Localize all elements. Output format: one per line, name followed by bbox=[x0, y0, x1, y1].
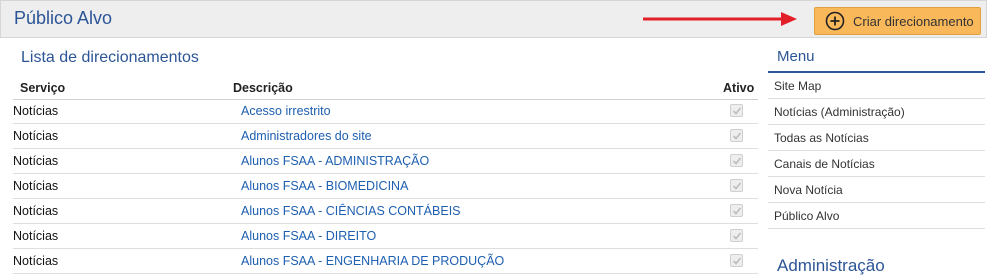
admin-section-title: Administração bbox=[777, 256, 885, 275]
sidebar-item-label: Público Alvo bbox=[774, 209, 840, 223]
active-checkbox[interactable] bbox=[730, 229, 743, 242]
sidebar-item-label: Nova Notícia bbox=[774, 183, 843, 197]
table-row: Notícias Alunos FSAA - ENGENHARIA DE PRO… bbox=[13, 249, 758, 274]
sidebar-item-site-map[interactable]: Site Map bbox=[768, 73, 985, 99]
check-icon bbox=[732, 257, 742, 265]
row-service: Notícias bbox=[13, 204, 59, 218]
row-description-link[interactable]: Alunos FSAA - ADMINISTRAÇÃO bbox=[241, 154, 429, 168]
sidebar-item-target-audience[interactable]: Público Alvo bbox=[768, 203, 985, 229]
column-header-description: Descrição bbox=[233, 81, 293, 95]
active-checkbox[interactable] bbox=[730, 179, 743, 192]
sidebar-item-label: Todas as Notícias bbox=[774, 131, 869, 145]
check-icon bbox=[732, 182, 742, 190]
check-icon bbox=[732, 232, 742, 240]
row-service: Notícias bbox=[13, 179, 59, 193]
row-description-link[interactable]: Alunos FSAA - ENGENHARIA DE PRODUÇÃO bbox=[241, 254, 504, 268]
row-service: Notícias bbox=[13, 129, 59, 143]
row-description-link[interactable]: Acesso irrestrito bbox=[241, 104, 331, 118]
column-header-service: Serviço bbox=[20, 81, 66, 95]
sidebar-item-new-news[interactable]: Nova Notícia bbox=[768, 177, 985, 203]
row-service: Notícias bbox=[13, 229, 59, 243]
sidebar-item-news-admin[interactable]: Notícias (Administração) bbox=[768, 99, 985, 125]
create-direction-label: Criar direcionamento bbox=[853, 13, 974, 29]
sidebar-menu: Menu Site Map Notícias (Administração) T… bbox=[768, 38, 986, 276]
active-checkbox[interactable] bbox=[730, 254, 743, 267]
check-icon bbox=[732, 132, 742, 140]
table-row: Notícias Alunos FSAA - DIREITO bbox=[13, 224, 758, 249]
active-checkbox[interactable] bbox=[730, 204, 743, 217]
sidebar-item-label: Canais de Notícias bbox=[774, 157, 875, 171]
menu-title: Menu bbox=[777, 48, 815, 65]
list-title: Lista de direcionamentos bbox=[21, 49, 199, 66]
active-checkbox[interactable] bbox=[730, 154, 743, 167]
sidebar-item-all-news[interactable]: Todas as Notícias bbox=[768, 125, 985, 151]
check-icon bbox=[732, 107, 742, 115]
page-header: Público Alvo Criar direcionamento bbox=[0, 0, 987, 38]
table-row: Notícias Alunos FSAA - ADMINISTRAÇÃO bbox=[13, 149, 758, 174]
row-description-link[interactable]: Administradores do site bbox=[241, 129, 372, 143]
red-arrow-annotation bbox=[643, 12, 797, 26]
sidebar-item-label: Site Map bbox=[774, 79, 822, 93]
table-row: Notícias Alunos FSAA - CIÊNCIAS CONTÁBEI… bbox=[13, 199, 758, 224]
page-title: Público Alvo bbox=[14, 8, 113, 28]
direction-list-panel: Lista de direcionamentos Serviço Descriç… bbox=[0, 38, 758, 276]
column-header-active: Ativo bbox=[723, 81, 755, 95]
row-service: Notícias bbox=[13, 154, 59, 168]
row-service: Notícias bbox=[13, 254, 59, 268]
sidebar-item-news-channels[interactable]: Canais de Notícias bbox=[768, 151, 985, 177]
row-description-link[interactable]: Alunos FSAA - BIOMEDICINA bbox=[241, 179, 408, 193]
active-checkbox[interactable] bbox=[730, 104, 743, 117]
table-row: Notícias Alunos FSAA - BIOMEDICINA bbox=[13, 174, 758, 199]
table-row: Notícias Administradores do site bbox=[13, 124, 758, 149]
create-direction-button[interactable]: Criar direcionamento bbox=[814, 7, 981, 35]
row-description-link[interactable]: Alunos FSAA - DIREITO bbox=[241, 229, 376, 243]
check-icon bbox=[732, 157, 742, 165]
row-description-link[interactable]: Alunos FSAA - CIÊNCIAS CONTÁBEIS bbox=[241, 204, 461, 218]
table-header: Serviço Descrição Ativo bbox=[13, 78, 758, 100]
sidebar-item-label: Notícias (Administração) bbox=[774, 105, 905, 119]
check-icon bbox=[732, 207, 742, 215]
table-row: Notícias Acesso irrestrito bbox=[13, 99, 758, 124]
plus-circle-icon bbox=[825, 11, 845, 31]
row-service: Notícias bbox=[13, 104, 59, 118]
active-checkbox[interactable] bbox=[730, 129, 743, 142]
